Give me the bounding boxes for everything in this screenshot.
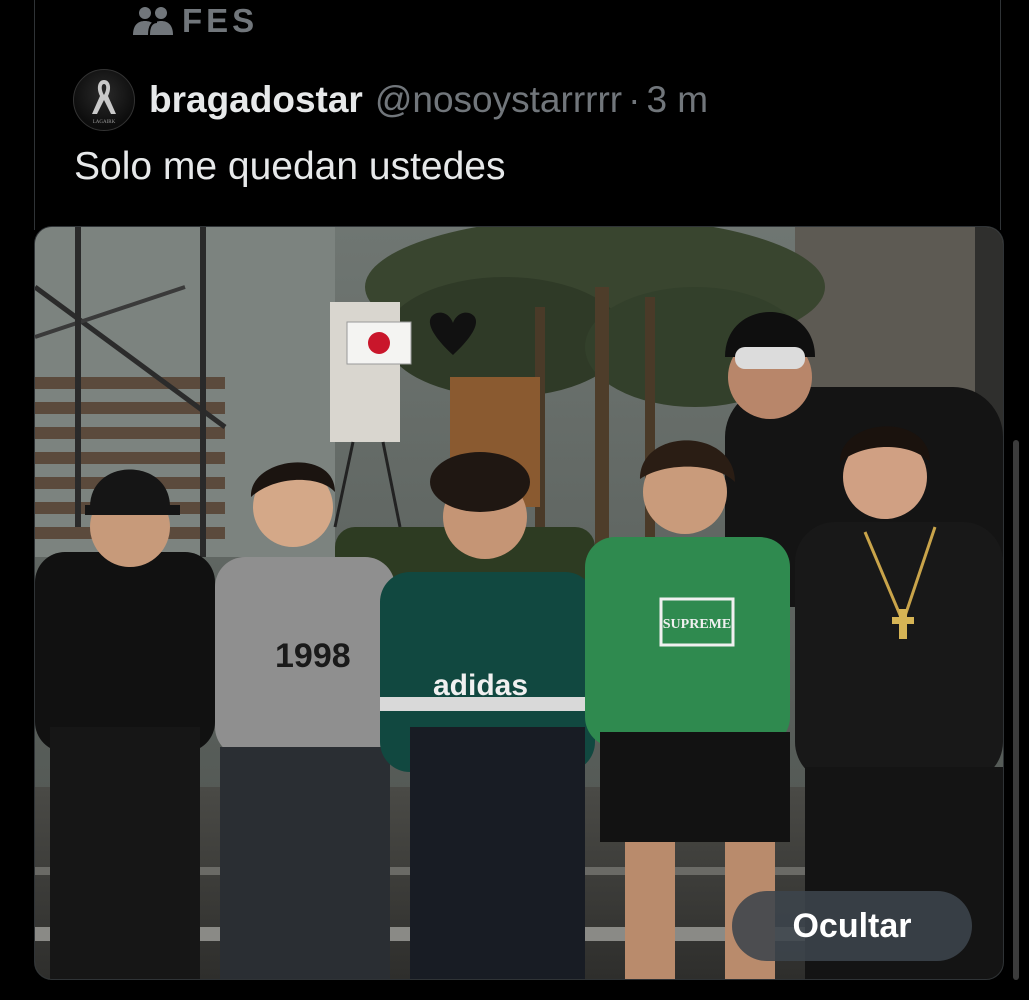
ribbon-logo-icon: LAGAIRK bbox=[92, 80, 116, 125]
avatar[interactable]: LAGAIRK bbox=[73, 69, 135, 131]
author-row: LAGAIRK bragadostar @nosoystarrrrr · 3 m bbox=[73, 68, 708, 132]
card-border-right bbox=[1000, 0, 1001, 230]
shirt-supreme: SUPREME bbox=[663, 617, 731, 632]
post-photo[interactable]: 1998 adidas SUPREME bbox=[34, 226, 1004, 980]
community-label[interactable]: FES bbox=[132, 2, 258, 40]
community-name: FES bbox=[182, 2, 259, 39]
post-time[interactable]: 3 m bbox=[646, 79, 708, 121]
shirt-adidas: adidas bbox=[433, 669, 528, 702]
scrollbar[interactable] bbox=[1013, 440, 1019, 980]
user-handle[interactable]: @nosoystarrrrr bbox=[375, 79, 622, 121]
post-text: Solo me quedan ustedes bbox=[74, 145, 506, 188]
avatar-caption: LAGAIRK bbox=[93, 120, 116, 125]
separator-dot: · bbox=[628, 79, 641, 120]
hide-button[interactable]: Ocultar bbox=[732, 891, 972, 961]
display-name[interactable]: bragadostar bbox=[149, 79, 363, 121]
post-screen: FES LAGAIRK bragadostar @nosoystarrrrr ·… bbox=[0, 0, 1029, 1000]
shirt-number: 1998 bbox=[275, 637, 351, 675]
card-border-left bbox=[34, 0, 35, 230]
people-group-icon bbox=[132, 5, 174, 37]
group-photo: 1998 adidas SUPREME bbox=[35, 227, 1003, 979]
